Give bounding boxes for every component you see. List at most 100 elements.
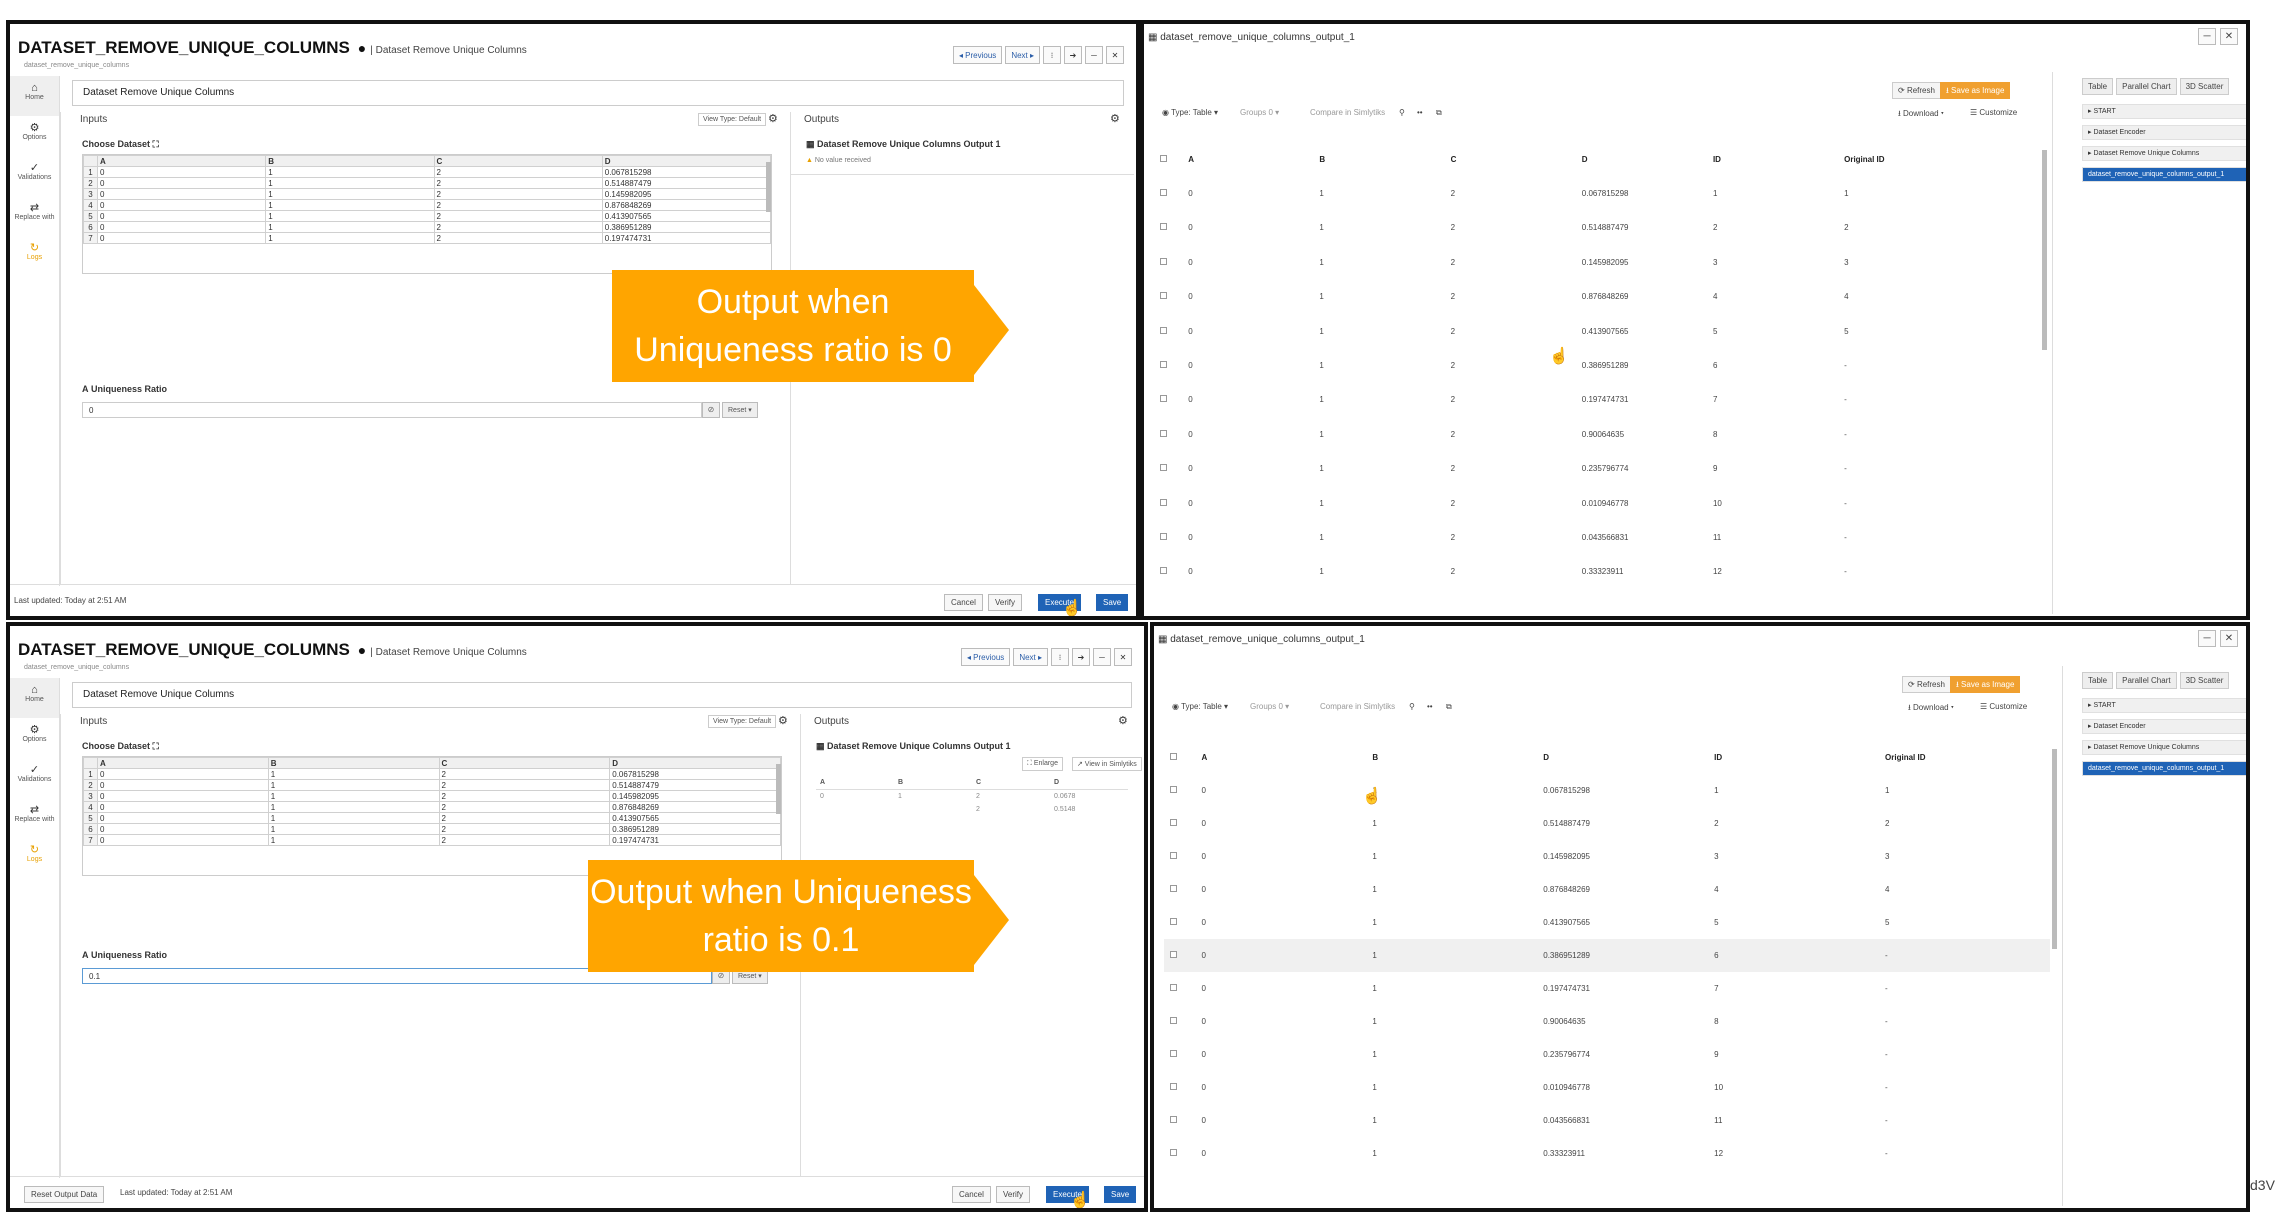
save-button[interactable]: Save bbox=[1104, 1186, 1137, 1203]
sidebar-item-logs[interactable]: ↻ Logs bbox=[10, 838, 59, 878]
tab-parallel-chart[interactable]: Parallel Chart bbox=[2116, 78, 2177, 95]
save-as-image-button[interactable]: ⭳ Save as Image bbox=[1950, 676, 2021, 693]
row-checkbox[interactable] bbox=[1164, 807, 1195, 840]
sidebar-item-replace-with[interactable]: ⇄ Replace with bbox=[10, 798, 59, 838]
grid-column-header[interactable]: A bbox=[96, 155, 267, 167]
grid-row[interactable]: 4 0 1 2 0.876848269 bbox=[83, 199, 771, 211]
choose-dataset-label[interactable]: Choose Dataset ⛶ bbox=[82, 741, 159, 752]
breadcrumb[interactable]: dataset_remove_unique_columns bbox=[24, 664, 129, 671]
row-checkbox[interactable] bbox=[1154, 452, 1182, 486]
groups-dropdown[interactable]: Groups 0 ▾ bbox=[1240, 108, 1279, 117]
table-row[interactable]: 0 1 2 0.043566831 11 - bbox=[1154, 520, 2040, 554]
table-row[interactable]: 0 1 2 0.413907565 5 5 bbox=[1154, 314, 2040, 348]
table-row[interactable]: 0 1 0.876848269 4 4 bbox=[1164, 873, 2050, 906]
row-checkbox[interactable] bbox=[1164, 873, 1195, 906]
tab-table[interactable]: Table bbox=[2082, 672, 2114, 689]
grid-row[interactable]: 1 0 1 2 0.067815298 bbox=[83, 166, 771, 178]
outputs-gear-icon[interactable]: ⚙ bbox=[1118, 714, 1128, 727]
grid-row[interactable]: 7 0 1 2 0.197474731 bbox=[83, 834, 781, 846]
column-header[interactable]: ID bbox=[1707, 142, 1838, 176]
reset-output-data-button[interactable]: Reset Output Data bbox=[24, 1186, 105, 1203]
output-table[interactable]: A B C D ID Original ID 0 1 2 0.067815298 1 1 0 1 2 0.51… bbox=[1154, 142, 2040, 604]
grid-column-header[interactable]: B bbox=[267, 757, 440, 769]
inputs-gear-icon[interactable]: ⚙ bbox=[778, 714, 788, 727]
input-dataset-grid[interactable]: A B C D 1 0 1 2 0.067815298 2 0 1 2 0.514887479 3 0 1 2 0.… bbox=[82, 154, 772, 274]
tab-3d-scatter[interactable]: 3D Scatter bbox=[2179, 672, 2230, 689]
column-header[interactable]: A bbox=[1182, 142, 1313, 176]
outputs-gear-icon[interactable]: ⚙ bbox=[1110, 112, 1120, 125]
column-header[interactable]: D bbox=[1576, 142, 1707, 176]
tab-parallel-chart[interactable]: Parallel Chart bbox=[2116, 672, 2177, 689]
table-row[interactable]: 0 1 0.386951289 6 - bbox=[1164, 939, 2050, 972]
grid-column-header[interactable]: A bbox=[97, 757, 269, 769]
row-checkbox[interactable] bbox=[1154, 486, 1182, 520]
info-icon[interactable]: ● bbox=[354, 40, 366, 56]
table-row[interactable]: 0 1 2 0.235796774 9 - bbox=[1154, 452, 2040, 486]
refresh-button[interactable]: ⟳ Refresh bbox=[1892, 82, 1941, 99]
grid-scrollbar[interactable] bbox=[766, 162, 771, 212]
row-checkbox[interactable] bbox=[1164, 1038, 1195, 1071]
save-as-image-button[interactable]: ⭳ Save as Image bbox=[1940, 82, 2011, 99]
column-header[interactable]: C bbox=[1445, 142, 1576, 176]
grid-column-header[interactable]: C bbox=[438, 757, 611, 769]
previous-button[interactable]: ◂ Previous bbox=[960, 648, 1011, 666]
tree-node[interactable]: ▸ Dataset Encoder bbox=[2082, 125, 2246, 140]
table-row[interactable]: 0 1 2 0.067815298 1 1 bbox=[1154, 176, 2040, 210]
grid-row[interactable]: 2 0 1 2 0.514887479 bbox=[83, 779, 781, 791]
choose-dataset-label[interactable]: Choose Dataset ⛶ bbox=[82, 139, 159, 150]
table-row[interactable]: 0 1 2 0.145982095 3 3 bbox=[1154, 245, 2040, 279]
verify-button[interactable]: Verify bbox=[996, 1186, 1031, 1203]
next-button[interactable]: Next ▸ bbox=[1013, 648, 1048, 666]
table-row[interactable]: 0 1 0.514887479 2 2 bbox=[1164, 807, 2050, 840]
row-checkbox[interactable] bbox=[1164, 1005, 1195, 1038]
groups-dropdown[interactable]: Groups 0 ▾ bbox=[1250, 702, 1289, 711]
more-menu-icon[interactable]: ⁝ bbox=[1043, 46, 1061, 64]
minimize-icon[interactable]: ─ bbox=[1093, 648, 1111, 666]
sidebar-item-logs[interactable]: ↻ Logs bbox=[10, 236, 59, 276]
tree-node[interactable]: ▸ START bbox=[2082, 698, 2246, 713]
row-checkbox[interactable] bbox=[1154, 520, 1182, 554]
row-checkbox[interactable] bbox=[1164, 840, 1195, 873]
sidebar-item-options[interactable]: ⚙ Options bbox=[10, 718, 59, 758]
table-row[interactable]: 0 1 0.197474731 7 - bbox=[1164, 972, 2050, 1005]
grid-row[interactable]: 4 0 1 2 0.876848269 bbox=[83, 801, 781, 813]
grid-row[interactable]: 7 0 1 2 0.197474731 bbox=[83, 232, 771, 244]
table-row[interactable]: 0 1 0.145982095 3 3 bbox=[1164, 840, 2050, 873]
compare-in-simlytiks-button[interactable]: Compare in Simlytiks bbox=[1320, 702, 1395, 711]
table-row[interactable]: 0 1 2 0.010946778 10 - bbox=[1154, 486, 2040, 520]
row-checkbox[interactable] bbox=[1164, 939, 1195, 972]
close-icon[interactable]: ✕ bbox=[1114, 648, 1132, 666]
table-row[interactable]: 0 1 0.33323911 12 - bbox=[1164, 1137, 2050, 1170]
sidebar-item-validations[interactable]: ✓ Validations bbox=[10, 156, 59, 196]
open-arrow-icon[interactable]: ➔ bbox=[1072, 648, 1090, 666]
grid-column-header[interactable]: D bbox=[601, 155, 771, 167]
row-checkbox[interactable] bbox=[1154, 211, 1182, 245]
filter-icon[interactable]: ⚲ bbox=[1399, 108, 1405, 117]
row-checkbox[interactable] bbox=[1154, 280, 1182, 314]
row-checkbox[interactable] bbox=[1164, 774, 1195, 807]
customize-button[interactable]: ☰ Customize bbox=[1970, 108, 2017, 117]
close-icon[interactable]: ✕ bbox=[2220, 28, 2238, 45]
cancel-button[interactable]: Cancel bbox=[944, 594, 983, 611]
view-type-button[interactable]: View Type: Default bbox=[708, 715, 777, 728]
column-header[interactable]: Original ID bbox=[1838, 142, 2040, 176]
grid-row[interactable]: 3 0 1 2 0.145982095 bbox=[83, 188, 771, 200]
view-in-simlytiks-button[interactable]: ↗ View in Simlytiks bbox=[1072, 757, 1142, 771]
compare-in-simlytiks-button[interactable]: Compare in Simlytiks bbox=[1310, 108, 1385, 117]
uniqueness-ratio-input[interactable]: 0 bbox=[82, 402, 702, 418]
grid-column-header[interactable]: D bbox=[609, 757, 781, 769]
row-checkbox[interactable] bbox=[1154, 176, 1182, 210]
tree-node[interactable]: ▸ Dataset Encoder bbox=[2082, 719, 2246, 734]
next-button[interactable]: Next ▸ bbox=[1005, 46, 1040, 64]
row-checkbox[interactable] bbox=[1164, 906, 1195, 939]
table-row[interactable]: 0 1 2 0.197474731 7 - bbox=[1154, 383, 2040, 417]
sidebar-item-options[interactable]: ⚙ Options bbox=[10, 116, 59, 156]
output-table[interactable]: A B D ID Original ID 0 1 0.067815298 1 1 0 1 0.51488… bbox=[1164, 741, 2050, 1196]
grid-row[interactable]: 1 0 1 2 0.067815298 bbox=[83, 768, 781, 780]
filter-icon[interactable]: ⚲ bbox=[1409, 702, 1415, 711]
enlarge-button[interactable]: ⛶ Enlarge bbox=[1022, 757, 1063, 771]
close-icon[interactable]: ✕ bbox=[2220, 630, 2238, 647]
save-button[interactable]: Save bbox=[1096, 594, 1129, 611]
table-row[interactable]: 0 1 2 0.876848269 4 4 bbox=[1154, 280, 2040, 314]
row-checkbox[interactable] bbox=[1154, 417, 1182, 451]
